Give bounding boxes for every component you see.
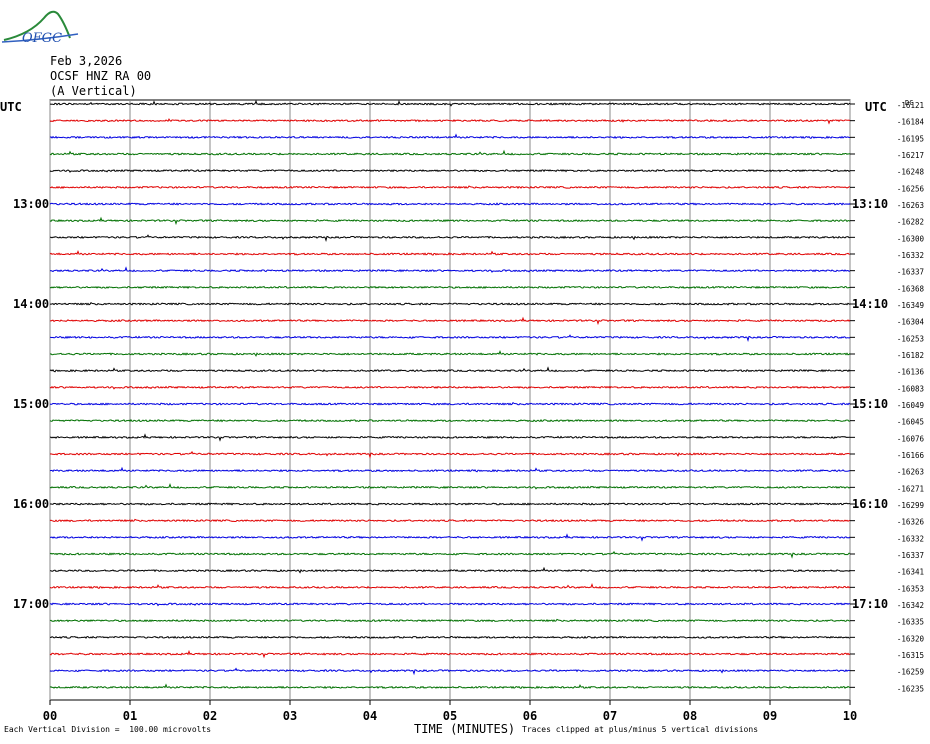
dc-offset-label: -16341	[897, 568, 924, 577]
x-axis-title: TIME (MINUTES)	[414, 722, 516, 736]
dc-offset-label: -16253	[897, 334, 924, 343]
dc-offset-label: -16256	[897, 184, 925, 193]
dc-label: DC	[905, 99, 913, 107]
dc-offset-label: -16263	[897, 468, 924, 477]
right-time-label: 16:10	[852, 497, 888, 511]
x-tick-label: 09	[763, 709, 777, 723]
utc-right-label: UTC	[865, 100, 887, 114]
dc-offset-label: -16045	[897, 418, 924, 427]
left-time-label: 15:00	[13, 397, 49, 411]
dc-offset-label: -16259	[897, 668, 924, 677]
dc-offset-label: -16217	[897, 151, 924, 160]
dc-offset-label: -16184	[897, 118, 925, 127]
right-time-label: 13:10	[852, 197, 888, 211]
dc-offset-label: -16326	[897, 518, 925, 527]
dc-offset-label: -16349	[897, 301, 924, 310]
dc-offset-label: -16282	[897, 218, 924, 227]
utc-left-label: UTC	[0, 100, 22, 114]
dc-offset-label: -16304	[897, 318, 925, 327]
x-tick-label: 08	[683, 709, 697, 723]
x-tick-label: 02	[203, 709, 217, 723]
x-tick-label: 05	[443, 709, 457, 723]
dc-offset-label: -16235	[897, 684, 924, 693]
clip-note: Traces clipped at plus/minus 5 vertical …	[522, 725, 759, 734]
left-time-label: 13:00	[13, 197, 49, 211]
dc-offset-label: -16248	[897, 168, 925, 177]
right-time-label: 17:10	[852, 597, 888, 611]
dc-offset-label: -16332	[897, 534, 924, 543]
dc-offset-label: -16136	[897, 368, 925, 377]
right-time-label: 15:10	[852, 397, 888, 411]
dc-offset-label: -16076	[897, 434, 925, 443]
x-tick-label: 10	[843, 709, 857, 723]
helicorder-plot: 00 01 02 03 04 05 06 07 08 09 10-16121-16184-16195…	[0, 99, 924, 723]
dc-offset-label: -16263	[897, 201, 924, 210]
dc-offset-label: -16353	[897, 584, 924, 593]
dc-offset-label: -16342	[897, 601, 924, 610]
x-tick-label: 07	[603, 709, 617, 723]
left-time-label: 16:00	[13, 497, 49, 511]
axis-labels: 00 01 02 03 04 05 06 07 08 09 10-16121-16184-16195…	[13, 101, 924, 723]
x-tick-label: 01	[123, 709, 137, 723]
right-time-label: 14:10	[852, 297, 888, 311]
left-time-label: 17:00	[13, 597, 49, 611]
dc-offset-label: -16332	[897, 251, 924, 260]
x-tick-label: 03	[283, 709, 297, 723]
scale-note: Each Vertical Division = 100.00 microvol…	[4, 725, 212, 734]
x-tick-label: 04	[363, 709, 377, 723]
dc-offset-label: -16049	[897, 401, 924, 410]
dc-offset-label: -16083	[897, 384, 924, 393]
dc-offset-label: -16299	[897, 501, 924, 510]
dc-offset-label: -16368	[897, 284, 925, 293]
dc-offset-label: -16335	[897, 618, 924, 627]
dc-offset-label: -16315	[897, 651, 924, 660]
dc-offset-label: -16337	[897, 268, 924, 277]
left-time-label: 14:00	[13, 297, 49, 311]
x-tick-label: 06	[523, 709, 537, 723]
dc-offset-label: -16166	[897, 451, 925, 460]
dc-offset-label: -16195	[897, 134, 924, 143]
x-tick-label: 00	[43, 709, 57, 723]
dc-offset-label: -16271	[897, 484, 924, 493]
dc-offset-label: -16182	[897, 351, 924, 360]
dc-offset-label: -16320	[897, 634, 925, 643]
dc-offset-label: -16337	[897, 551, 924, 560]
dc-offset-label: -16300	[897, 234, 925, 243]
plot-grid	[49, 99, 855, 705]
